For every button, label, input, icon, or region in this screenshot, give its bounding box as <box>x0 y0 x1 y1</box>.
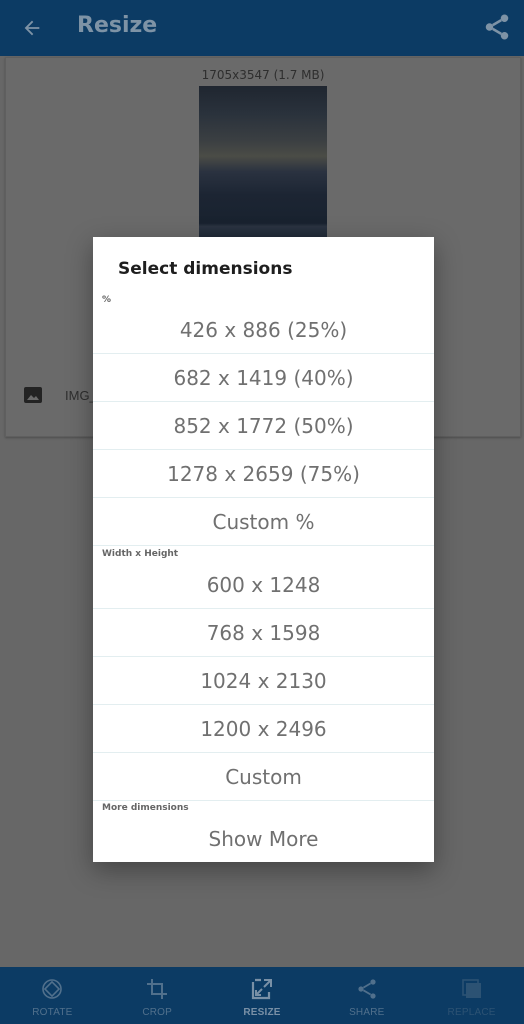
arrow-left-icon <box>24 20 40 36</box>
option-40-percent[interactable]: 682 x 1419 (40%) <box>93 354 434 402</box>
app-bar: Resize <box>0 0 524 56</box>
page-title: Resize <box>77 13 158 38</box>
share-icon <box>358 979 376 999</box>
nav-label: CROP <box>142 1007 173 1018</box>
nav-label: RESIZE <box>243 1007 281 1018</box>
crop-icon <box>147 979 168 999</box>
replace-icon <box>461 979 481 998</box>
section-label-width-height: Width x Height <box>102 549 179 559</box>
select-dimensions-dialog: Select dimensions % 426 x 886 (25%) 682 … <box>93 237 434 862</box>
nav-crop[interactable]: CROP <box>105 967 210 1024</box>
image-thumbnail[interactable] <box>199 86 327 242</box>
nav-rotate[interactable]: ROTATE <box>0 967 105 1024</box>
back-button[interactable] <box>18 14 46 42</box>
nav-label: REPLACE <box>447 1007 496 1018</box>
dialog-title: Select dimensions <box>118 259 293 279</box>
rotate-icon <box>42 979 63 999</box>
section-label-more: More dimensions <box>102 803 189 813</box>
option-custom-dimensions[interactable]: Custom <box>93 753 434 801</box>
option-25-percent[interactable]: 426 x 886 (25%) <box>93 306 434 354</box>
image-icon <box>24 387 42 403</box>
nav-label: ROTATE <box>32 1007 73 1018</box>
nav-resize[interactable]: RESIZE <box>210 967 315 1024</box>
section-label-percent: % <box>102 295 112 305</box>
option-custom-percent[interactable]: Custom % <box>93 498 434 546</box>
show-more-button[interactable]: Show More <box>93 815 434 863</box>
option-75-percent[interactable]: 1278 x 2659 (75%) <box>93 450 434 498</box>
option-50-percent[interactable]: 852 x 1772 (50%) <box>93 402 434 450</box>
nav-replace[interactable]: REPLACE <box>419 967 524 1024</box>
option-600x1248[interactable]: 600 x 1248 <box>93 561 434 609</box>
image-meta: 1705x3547 (1.7 MB) <box>201 68 325 82</box>
option-768x1598[interactable]: 768 x 1598 <box>93 609 434 657</box>
nav-share[interactable]: SHARE <box>314 967 419 1024</box>
nav-label: SHARE <box>349 1007 385 1018</box>
option-1024x2130[interactable]: 1024 x 2130 <box>93 657 434 705</box>
resize-icon <box>251 978 272 1000</box>
option-1200x2496[interactable]: 1200 x 2496 <box>93 705 434 753</box>
share-button[interactable] <box>482 12 512 42</box>
share-icon <box>485 14 509 40</box>
bottom-nav: ROTATE CROP RESIZE SHARE REPLACE <box>0 967 524 1024</box>
